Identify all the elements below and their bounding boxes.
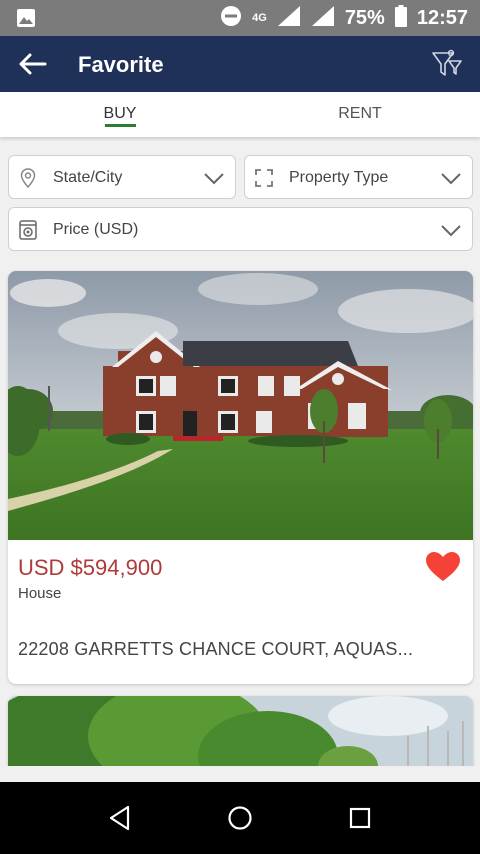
heart-icon	[426, 552, 460, 581]
filter-icon	[432, 49, 462, 76]
tab-bar: BUY RENT	[0, 92, 480, 137]
listing-address: 22208 GARRETTS CHANCE COURT, AQUAS...	[18, 639, 414, 659]
listing-price: USD $594,900	[18, 555, 163, 580]
list-bottom-spacer	[0, 766, 480, 782]
circle-home-icon	[228, 806, 252, 830]
state-city-label: State/City	[53, 169, 123, 186]
signal-icon	[277, 5, 301, 32]
tab-buy[interactable]: BUY	[0, 92, 240, 137]
tab-active-indicator	[105, 124, 136, 127]
chevron-down-icon	[441, 225, 461, 237]
app-bar: Favorite	[0, 36, 480, 92]
nav-recents-button[interactable]	[340, 802, 380, 834]
property-photo[interactable]	[8, 696, 473, 776]
nav-home-button[interactable]	[220, 802, 260, 834]
listing-card[interactable]	[8, 696, 473, 776]
property-type-label: Property Type	[289, 169, 389, 186]
nav-back-button[interactable]	[100, 802, 140, 834]
tab-rent-label: RENT	[338, 105, 382, 122]
listing-type: House	[18, 585, 62, 602]
property-photo[interactable]	[8, 271, 473, 540]
status-bar: 4G 75% 12:57	[0, 0, 480, 36]
expand-icon	[255, 169, 273, 187]
price-label: Price (USD)	[53, 221, 139, 238]
tab-rent[interactable]: RENT	[240, 92, 480, 137]
network-type-label: 4G	[252, 12, 267, 24]
listing-card[interactable]: USD $594,900 House 22208 GARRETTS CHANCE…	[8, 271, 473, 684]
do-not-disturb-icon	[220, 5, 242, 32]
chevron-down-icon	[204, 173, 224, 185]
price-dropdown[interactable]: Price (USD)	[8, 207, 473, 251]
signal-icon-2	[311, 5, 335, 32]
favorite-button[interactable]	[425, 551, 461, 585]
battery-icon	[394, 4, 407, 32]
square-recents-icon	[349, 807, 371, 829]
system-nav-bar	[0, 782, 480, 854]
tab-buy-label: BUY	[103, 105, 137, 122]
filter-button[interactable]	[430, 46, 464, 82]
battery-percentage: 75%	[344, 6, 385, 29]
price-tag-icon	[19, 220, 37, 240]
state-city-dropdown[interactable]: State/City	[8, 155, 236, 199]
arrow-left-icon	[19, 53, 47, 75]
gallery-notification-icon	[16, 8, 36, 33]
location-pin-icon	[20, 168, 36, 189]
back-button[interactable]	[14, 48, 50, 80]
property-type-dropdown[interactable]: Property Type	[244, 155, 473, 199]
triangle-back-icon	[109, 805, 130, 831]
clock: 12:57	[416, 6, 468, 29]
page-title: Favorite	[78, 52, 164, 77]
chevron-down-icon	[441, 173, 461, 185]
